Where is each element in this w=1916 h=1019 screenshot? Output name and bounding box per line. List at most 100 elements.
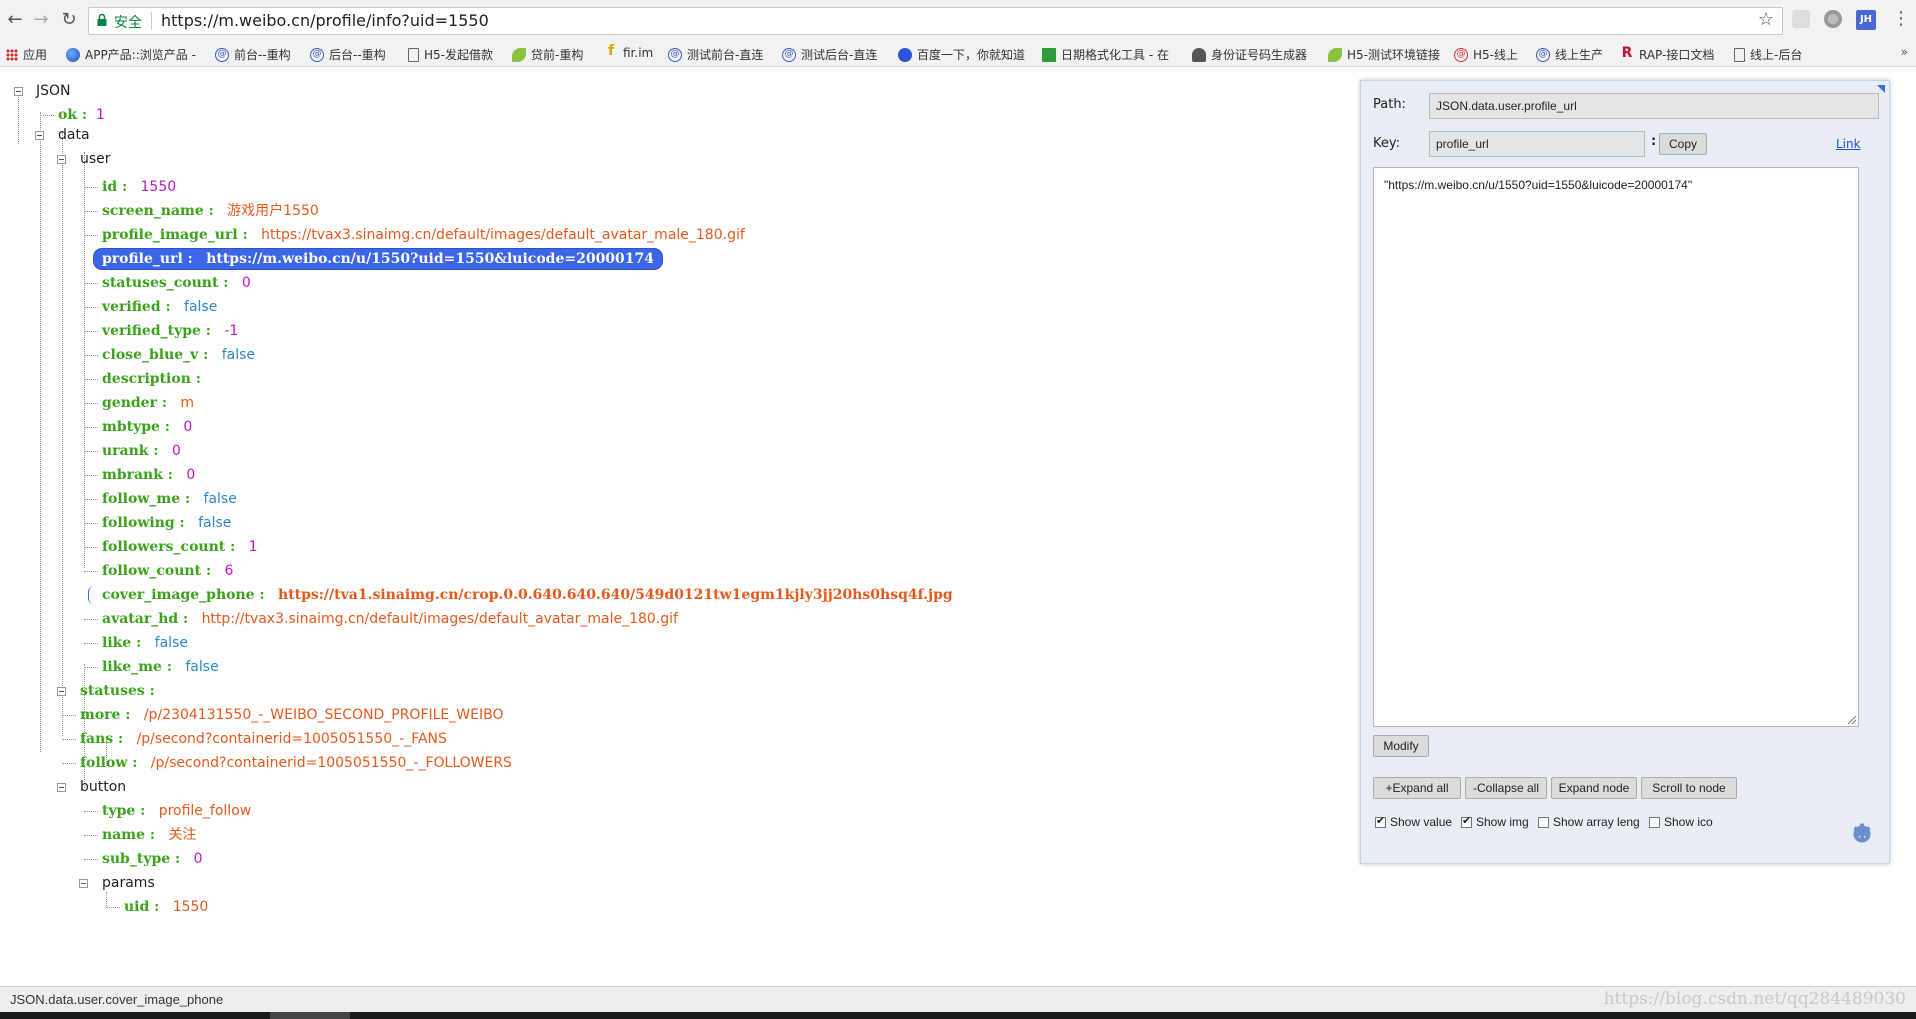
node-user-profile-image-url[interactable]: profile_image_url : https://tvax3.sinaim…	[102, 225, 745, 245]
node-user-verified[interactable]: verified : false	[102, 297, 217, 317]
node-user-followers-count[interactable]: followers_count : 1	[102, 537, 258, 557]
bookmark-online-prod[interactable]: @ 线上生产	[1536, 46, 1603, 63]
node-user-urank[interactable]: urank : 0	[102, 441, 181, 461]
toggle-button[interactable]	[57, 783, 66, 792]
node-root[interactable]: JSON	[36, 81, 71, 101]
extension-chrome-icon[interactable]	[1824, 10, 1842, 28]
bookmark-h5-test-link[interactable]: H5-测试环境链接	[1328, 46, 1440, 63]
browser-toolbar: ← → ↻ 安全 https://m.weibo.cn/profile/info…	[0, 0, 1916, 43]
back-arrow-icon[interactable]: ←	[4, 9, 26, 31]
key-field[interactable]: profile_url	[1429, 131, 1645, 157]
node-button-sub-type[interactable]: sub_type : 0	[102, 849, 202, 869]
bookmark-apps[interactable]: 应用	[6, 46, 47, 63]
checkbox-checked-icon	[1461, 814, 1472, 828]
forward-arrow-icon[interactable]: →	[30, 9, 52, 31]
node-statuses[interactable]: statuses :	[80, 681, 155, 701]
node-user-id[interactable]: id : 1550	[102, 177, 176, 197]
at-icon: @	[1536, 47, 1550, 62]
globe-icon	[66, 47, 80, 62]
url-text[interactable]: https://m.weibo.cn/profile/info?uid=1550	[161, 11, 489, 30]
collapse-all-button[interactable]: -Collapse all	[1465, 777, 1547, 799]
bookmark-app-product[interactable]: APP产品::浏览产品 -	[66, 46, 196, 63]
show-value-checkbox[interactable]: Show value	[1375, 814, 1452, 829]
show-array-length-checkbox[interactable]: Show array leng	[1538, 815, 1640, 829]
status-path-text: JSON.data.user.cover_image_phone	[10, 992, 224, 1007]
node-user-description[interactable]: description :	[102, 369, 210, 389]
node-params[interactable]: params	[102, 873, 155, 893]
toggle-data[interactable]	[35, 131, 44, 140]
bookmark-star-icon[interactable]: ☆	[1758, 9, 1774, 30]
bookmark-test-backend[interactable]: @ 测试后台-直连	[782, 46, 877, 63]
toggle-root[interactable]	[14, 87, 23, 96]
node-user-gender[interactable]: gender : m	[102, 393, 194, 413]
node-button-name[interactable]: name : 关注	[102, 825, 196, 845]
node-user-follow-count[interactable]: follow_count : 6	[102, 561, 233, 581]
checkbox-unchecked-icon	[1649, 816, 1660, 828]
node-follow[interactable]: follow : /p/second?containerid=100505155…	[80, 753, 512, 773]
r-logo-icon: R	[1621, 44, 1633, 61]
scroll-to-node-button[interactable]: Scroll to node	[1641, 777, 1737, 799]
menu-dots-icon[interactable]: ⋮	[1892, 8, 1910, 29]
bookmark-baidu[interactable]: 百度一下，你就知道	[898, 46, 1025, 63]
node-user-close-blue-v[interactable]: close_blue_v : false	[102, 345, 255, 365]
bookmark-online-backend[interactable]: 线上-后台	[1734, 46, 1802, 63]
bookmark-fir-im[interactable]: f fir.im	[604, 44, 653, 60]
link-link[interactable]: Link	[1836, 137, 1861, 151]
status-bar: JSON.data.user.cover_image_phone https:/…	[0, 986, 1916, 1013]
node-user-screen-name[interactable]: screen_name : 游戏用户1550	[102, 201, 319, 221]
node-data[interactable]: data	[58, 125, 90, 145]
node-button-type[interactable]: type : profile_follow	[102, 801, 251, 821]
document-icon	[408, 47, 419, 62]
document-icon	[1734, 47, 1745, 62]
extension-icon[interactable]	[1792, 10, 1810, 28]
node-button[interactable]: button	[80, 777, 126, 797]
node-user-mbtype[interactable]: mbtype : 0	[102, 417, 192, 437]
expand-node-button[interactable]: Expand node	[1551, 777, 1637, 799]
node-user-profile-url-selected[interactable]: profile_url : https://m.weibo.cn/u/1550?…	[94, 249, 663, 269]
node-user-like-me[interactable]: like_me : false	[102, 657, 219, 677]
node-user-mbrank[interactable]: mbrank : 0	[102, 465, 195, 485]
bookmark-preloan-refactor[interactable]: 贷前-重构	[512, 46, 583, 63]
toggle-user[interactable]	[57, 155, 66, 164]
resize-grip-icon[interactable]	[1848, 716, 1856, 724]
value-textarea[interactable]: "https://m.weibo.cn/u/1550?uid=1550&luic…	[1373, 167, 1859, 727]
toggle-params[interactable]	[79, 879, 88, 888]
node-user-following[interactable]: following : false	[102, 513, 231, 533]
node-ok[interactable]: ok : 1	[58, 105, 105, 125]
node-user-avatar-hd[interactable]: avatar_hd : http://tvax3.sinaimg.cn/defa…	[102, 609, 678, 629]
bookmark-h5-loan[interactable]: H5-发起借款	[408, 46, 493, 63]
node-fans[interactable]: fans : /p/second?containerid=1005051550_…	[80, 729, 447, 749]
bookmark-h5-online[interactable]: @ H5-线上	[1454, 46, 1518, 63]
watermark-text: https://blog.csdn.net/qq284489030	[1603, 989, 1906, 1009]
bookmark-date-format-tool[interactable]: 日期格式化工具 - 在	[1042, 46, 1169, 63]
at-red-icon: @	[1454, 47, 1468, 62]
bookmark-id-generator[interactable]: 身份证号码生成器	[1192, 46, 1307, 63]
taskbar-tab[interactable]	[270, 1012, 350, 1019]
node-user-verified-type[interactable]: verified_type : -1	[102, 321, 238, 341]
gear-icon[interactable]	[1851, 819, 1873, 847]
address-bar[interactable]: 安全 https://m.weibo.cn/profile/info?uid=1…	[88, 7, 1783, 35]
node-user-statuses-count[interactable]: statuses_count : 0	[102, 273, 251, 293]
bookmark-backend-refactor[interactable]: @ 后台--重构	[310, 46, 386, 63]
node-user-like[interactable]: like : false	[102, 633, 188, 653]
node-more[interactable]: more : /p/2304131550_-_WEIBO_SECOND_PROF…	[80, 705, 503, 725]
path-field[interactable]: JSON.data.user.profile_url	[1429, 93, 1879, 119]
profile-avatar[interactable]: JH	[1856, 10, 1876, 30]
reload-icon[interactable]: ↻	[58, 9, 80, 31]
node-user[interactable]: user	[80, 149, 111, 169]
show-ico-checkbox[interactable]: Show ico	[1649, 815, 1713, 829]
show-img-checkbox[interactable]: Show img	[1461, 814, 1529, 829]
bookmark-rap-docs[interactable]: R RAP-接口文档	[1620, 44, 1715, 63]
bookmark-frontend-refactor[interactable]: @ 前台--重构	[215, 46, 291, 63]
toggle-statuses[interactable]	[57, 687, 66, 696]
node-params-uid[interactable]: uid : 1550	[124, 897, 208, 917]
copy-button[interactable]: Copy	[1659, 133, 1707, 155]
bookmarks-overflow-icon[interactable]: »	[1901, 45, 1908, 59]
modify-button[interactable]: Modify	[1373, 735, 1429, 757]
node-user-follow-me[interactable]: follow_me : false	[102, 489, 237, 509]
leaf-icon	[1328, 47, 1342, 62]
node-user-cover-image-phone[interactable]: cover_image_phone : https://tva1.sinaimg…	[102, 585, 953, 605]
expand-all-button[interactable]: +Expand all	[1373, 777, 1461, 799]
bookmark-test-frontend[interactable]: @ 测试前台-直连	[668, 46, 763, 63]
leaf-icon	[512, 47, 526, 62]
